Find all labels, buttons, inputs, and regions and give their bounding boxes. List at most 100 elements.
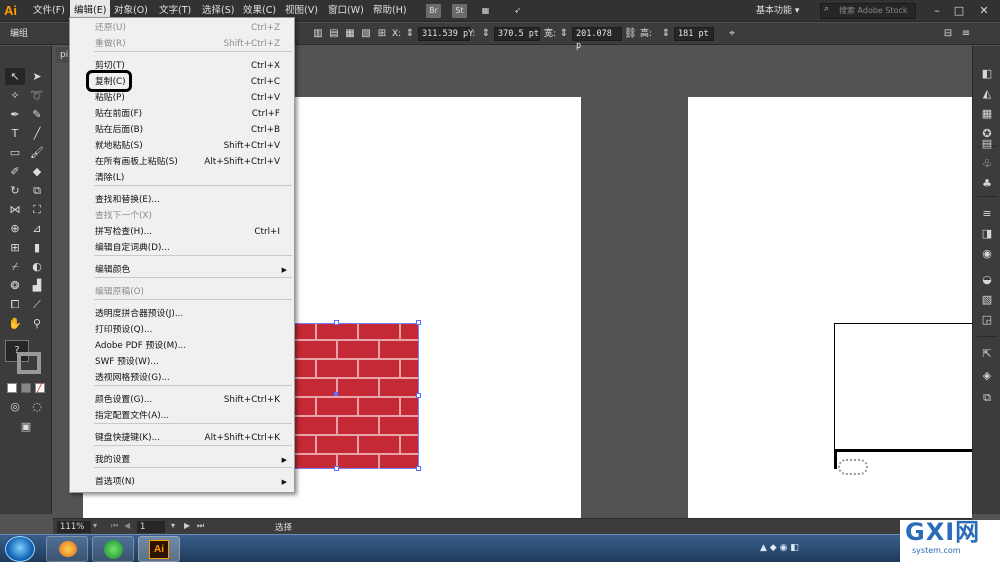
- free-transform-tool-icon[interactable]: ⛶: [27, 201, 47, 218]
- links-panel-icon[interactable]: ◒: [979, 272, 995, 288]
- mesh-tool-icon[interactable]: ⊞: [5, 239, 25, 256]
- prev-artboard-icon[interactable]: ◀: [124, 521, 130, 530]
- menu-item[interactable]: 查找和替换(E)...: [70, 193, 294, 208]
- close-icon[interactable]: ✕: [975, 3, 993, 19]
- menu-item[interactable]: 透明度拼合器预设(J)...: [70, 307, 294, 322]
- perspective-grid-tool-icon[interactable]: ⊿: [27, 220, 47, 237]
- tray-icons[interactable]: ▲ ◆ ◉ ◧: [760, 543, 799, 553]
- artboards-panel-icon[interactable]: ◲: [979, 312, 995, 328]
- brick-pattern-object[interactable]: [294, 323, 419, 469]
- symbols-panel-icon[interactable]: ♧: [979, 156, 995, 172]
- menu-item[interactable]: SWF 预设(W)...: [70, 355, 294, 370]
- menu-item[interactable]: 打印预设(Q)...: [70, 323, 294, 338]
- eraser-tool-icon[interactable]: ◆: [27, 163, 47, 180]
- zoom-tool-icon[interactable]: ⚲: [27, 315, 47, 332]
- width-input[interactable]: 201.078 p: [572, 27, 622, 51]
- draw-inside-icon[interactable]: ◌: [27, 398, 47, 415]
- artboard-dropdown-icon[interactable]: ▾: [171, 521, 175, 530]
- stroke-swatch[interactable]: [17, 352, 41, 374]
- stock-search-input[interactable]: 搜索 Adobe Stock: [820, 3, 916, 19]
- menu-item[interactable]: 键盘快捷键(K)... Alt+Shift+Ctrl+K: [70, 431, 294, 446]
- shaper-tool-icon[interactable]: ✐: [5, 163, 25, 180]
- selection-tool-icon[interactable]: ↖: [5, 68, 25, 85]
- rectangle-tool-icon[interactable]: ▭: [5, 144, 25, 161]
- menu-item[interactable]: 贴在前面(F) Ctrl+F: [70, 107, 294, 122]
- workspace-switcher[interactable]: 基本功能 ▾: [756, 3, 799, 19]
- last-artboard-icon[interactable]: ⏭: [197, 521, 204, 531]
- menu-item[interactable]: 粘贴(P) Ctrl+V: [70, 91, 294, 106]
- maximize-icon[interactable]: □: [950, 3, 968, 19]
- y-stepper-icon[interactable]: ⇕: [480, 27, 492, 41]
- color-guide-icon[interactable]: ◭: [979, 86, 995, 102]
- menu-item[interactable]: 拼写检查(H)... Ctrl+I: [70, 225, 294, 240]
- menu-item[interactable]: 在所有画板上粘贴(S) Alt+Shift+Ctrl+V: [70, 155, 294, 170]
- selection-handle[interactable]: [334, 320, 339, 325]
- panel-menu-icon[interactable]: ≡: [960, 27, 972, 41]
- selection-handle[interactable]: [334, 466, 339, 471]
- symbol-sprayer-tool-icon[interactable]: ❂: [5, 277, 25, 294]
- selection-handle[interactable]: [416, 393, 421, 398]
- height-input[interactable]: 181 pt: [674, 27, 714, 41]
- align-center-icon[interactable]: ▤: [328, 27, 340, 41]
- menu-item[interactable]: 透视网格预设(G)...: [70, 371, 294, 386]
- gpu-performance-icon[interactable]: ➶: [510, 4, 525, 18]
- artboard-number-field[interactable]: 1: [137, 521, 165, 533]
- start-button[interactable]: [5, 536, 35, 562]
- zoom-dropdown-icon[interactable]: ▾: [93, 521, 97, 530]
- isolate-group-icon[interactable]: ⌖: [726, 27, 738, 41]
- swatches-panel-icon[interactable]: ▦: [979, 106, 995, 122]
- blend-tool-icon[interactable]: ◐: [27, 258, 47, 275]
- paint-app-icon[interactable]: [46, 536, 88, 562]
- browser-app-icon[interactable]: [92, 536, 134, 562]
- direct-selection-tool-icon[interactable]: ➤: [27, 68, 47, 85]
- zoom-field[interactable]: 111%: [57, 521, 91, 533]
- brushes-panel-icon[interactable]: ▤: [979, 136, 995, 152]
- curvature-tool-icon[interactable]: ✎: [27, 106, 47, 123]
- stroke-panel-icon[interactable]: ≡: [979, 206, 995, 222]
- panel-options-icon[interactable]: ⊟: [942, 27, 954, 41]
- x-stepper-icon[interactable]: ⇕: [404, 27, 416, 41]
- distribute-icon[interactable]: ▧: [360, 27, 372, 41]
- frame-shape[interactable]: [834, 323, 972, 451]
- color-mode-icon[interactable]: [7, 383, 17, 393]
- illustrator-app-icon[interactable]: Ai: [138, 536, 180, 562]
- width-tool-icon[interactable]: ⋈: [5, 201, 25, 218]
- color-panel-icon[interactable]: ◧: [979, 66, 995, 82]
- rotate-tool-icon[interactable]: ↻: [5, 182, 25, 199]
- menu-item[interactable]: 清除(L): [70, 171, 294, 186]
- graph-tool-icon[interactable]: ▟: [27, 277, 47, 294]
- magic-wand-tool-icon[interactable]: ✧: [5, 87, 25, 104]
- selection-handle[interactable]: [416, 320, 421, 325]
- screen-mode-icon[interactable]: ▣: [16, 418, 36, 435]
- menu-help[interactable]: 帮助(H): [373, 0, 407, 22]
- export-icon[interactable]: ⇱: [979, 346, 995, 362]
- hand-tool-icon[interactable]: ✋: [5, 315, 25, 332]
- transparency-panel-icon[interactable]: ◉: [979, 246, 995, 262]
- align-icon[interactable]: ▥: [312, 27, 324, 41]
- paintbrush-tool-icon[interactable]: 🖌: [27, 144, 47, 161]
- stock-button[interactable]: St: [452, 4, 467, 18]
- menu-item[interactable]: 颜色设置(G)... Shift+Ctrl+K: [70, 393, 294, 408]
- layers-panel-icon[interactable]: ▧: [979, 292, 995, 308]
- x-input[interactable]: 311.539 p: [418, 27, 470, 41]
- menu-file[interactable]: 文件(F): [33, 0, 65, 22]
- next-artboard-icon[interactable]: ▶: [184, 521, 190, 530]
- first-artboard-icon[interactable]: ⏮: [111, 521, 118, 531]
- arrange-documents-icon[interactable]: ▦: [478, 4, 493, 18]
- menu-window[interactable]: 窗口(W): [328, 0, 364, 22]
- y-input[interactable]: 370.5 pt: [494, 27, 540, 41]
- graphic-styles-icon[interactable]: ♣: [979, 176, 995, 192]
- pen-tool-icon[interactable]: ✒: [5, 106, 25, 123]
- minimize-icon[interactable]: –: [928, 3, 946, 19]
- align-right-icon[interactable]: ▦: [344, 27, 356, 41]
- bridge-button[interactable]: Br: [426, 4, 441, 18]
- draw-mode-icon[interactable]: ◎: [5, 398, 25, 415]
- transform-icon[interactable]: ⊞: [376, 27, 388, 41]
- menu-item[interactable]: 指定配置文件(A)...: [70, 409, 294, 424]
- menu-item[interactable]: 首选项(N) ▶: [70, 475, 294, 490]
- gradient-panel-icon[interactable]: ◨: [979, 226, 995, 242]
- selection-handle[interactable]: [416, 466, 421, 471]
- shape-builder-tool-icon[interactable]: ⊕: [5, 220, 25, 237]
- constrain-proportions-icon[interactable]: ⛓: [624, 27, 637, 41]
- gradient-tool-icon[interactable]: ▮: [27, 239, 47, 256]
